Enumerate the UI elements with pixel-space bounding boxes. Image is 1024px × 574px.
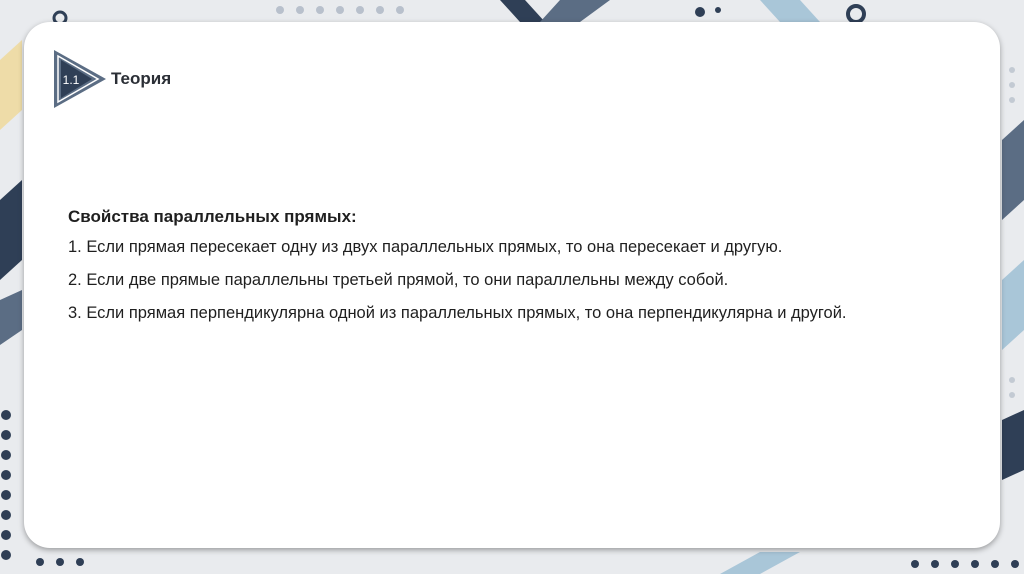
content-heading: Свойства параллельных прямых: — [68, 207, 357, 226]
property-item: 3. Если прямая перпендикулярна одной из … — [68, 304, 847, 322]
section-number: 1.1 — [62, 73, 80, 87]
section-title: Теория — [111, 69, 172, 88]
theory-content: Свойства параллельных прямых: 1. Если пр… — [68, 207, 968, 336]
section-badge: 1.1 — [52, 50, 106, 108]
content-card: 1.1 Теория Свойства параллельных прямых:… — [24, 22, 1000, 548]
property-item: 2. Если две прямые параллельны третьей п… — [68, 271, 729, 289]
property-item: 1. Если прямая пересекает одну из двух п… — [68, 238, 783, 256]
